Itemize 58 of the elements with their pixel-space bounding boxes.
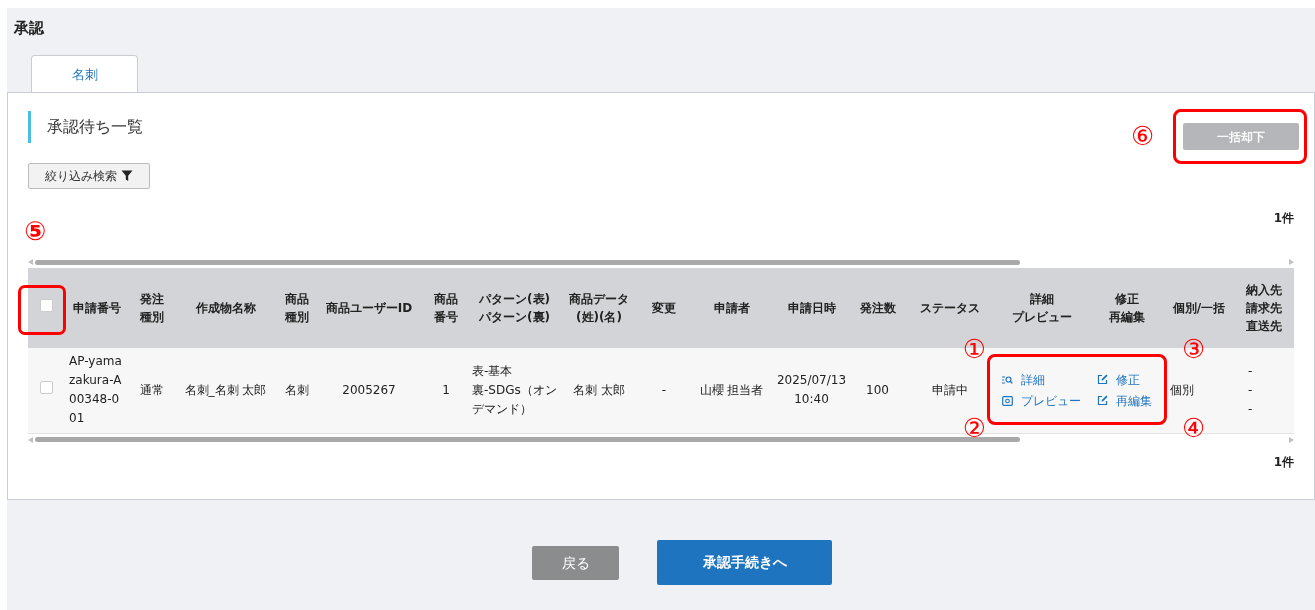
result-count: 1件 xyxy=(1273,210,1294,227)
column-header: パターン(表) パターン(裏) xyxy=(470,268,559,348)
column-header: 申請日時 xyxy=(774,268,849,348)
column-header: 発注数 xyxy=(849,268,906,348)
checkbox[interactable] xyxy=(39,381,53,395)
scroll-left-icon[interactable] xyxy=(28,436,33,443)
column-header: 発注 種別 xyxy=(129,268,174,348)
section-title: 承認待ち一覧 xyxy=(28,111,150,143)
action-link[interactable]: 再編集 xyxy=(1097,391,1164,410)
action-link[interactable]: 詳細 xyxy=(1002,370,1089,389)
annotation-number: ⑥ xyxy=(1131,123,1155,149)
column-header: 納入先 請求先 直送先 xyxy=(1234,268,1294,348)
table-cell-text: 通常 xyxy=(138,381,165,399)
annotation-number: ⑤ xyxy=(24,218,46,244)
table-cell-text: 表-基本 裏-SDGs（オンデマンド） xyxy=(472,362,557,418)
table-cell-text: 名刺 xyxy=(283,381,310,399)
column-header: 詳細 プレビュー xyxy=(994,268,1089,348)
result-count: 1件 xyxy=(1273,453,1294,471)
table-cell-text: 山櫻 担当者 xyxy=(698,381,765,399)
table-cell-text: - xyxy=(660,381,668,399)
table-cell-text: 100 xyxy=(865,381,890,399)
annotation-number: ② xyxy=(962,414,986,441)
edit-icon xyxy=(1097,395,1108,407)
edit-icon xyxy=(1097,374,1108,386)
preview-icon xyxy=(1002,395,1013,406)
column-header: 修正 再編集 xyxy=(1089,268,1164,348)
scroll-left-icon[interactable] xyxy=(28,259,33,265)
table-cell-text: 1 xyxy=(441,381,451,399)
tab[interactable]: 名刺 xyxy=(31,55,138,93)
bulk-reject-button: 一括却下 xyxy=(1183,123,1299,150)
column-header: 作成物名称 xyxy=(174,268,277,348)
column-header: 商品 種別 xyxy=(277,268,316,348)
filter-search-button[interactable]: 絞り込み検索 xyxy=(28,163,150,189)
action-link[interactable]: 修正 xyxy=(1097,370,1164,389)
table-cell-text: - - - xyxy=(1247,362,1254,418)
table-cell-text: 申請中 xyxy=(931,381,969,399)
back-button[interactable]: 戻る xyxy=(532,546,619,580)
column-header: 商品データ (姓)(名) xyxy=(559,268,639,348)
column-header: 申請者 xyxy=(689,268,774,348)
annotation-number: ④ xyxy=(1182,414,1206,441)
proceed-button[interactable]: 承認手続きへ xyxy=(657,540,832,585)
column-header: 商品ユーザーID xyxy=(316,268,422,348)
table-cell-text: 2025/07/13 10:40 xyxy=(776,372,847,409)
table-cell-text: 個別 xyxy=(1169,381,1195,399)
table-cell-text: 2005267 xyxy=(341,381,397,399)
filter-icon xyxy=(121,170,133,182)
column-header: 商品 番号 xyxy=(422,268,470,348)
checkbox[interactable] xyxy=(39,299,53,312)
action-link[interactable]: プレビュー xyxy=(1002,391,1089,410)
table-cell-text: AP-yamazakura-A00348-001 xyxy=(68,353,123,428)
scroll-right-icon[interactable] xyxy=(1289,259,1294,265)
table-cell-text: 名刺_名刺 太郎 xyxy=(183,381,268,399)
column-header: 申請番号 xyxy=(64,268,129,348)
column-header: 変更 xyxy=(639,268,689,348)
table-cell-text: 名刺 太郎 xyxy=(572,381,626,399)
scroll-right-icon[interactable] xyxy=(1289,436,1294,443)
page-title: 承認 xyxy=(13,18,45,39)
search-list-icon xyxy=(1002,374,1013,385)
